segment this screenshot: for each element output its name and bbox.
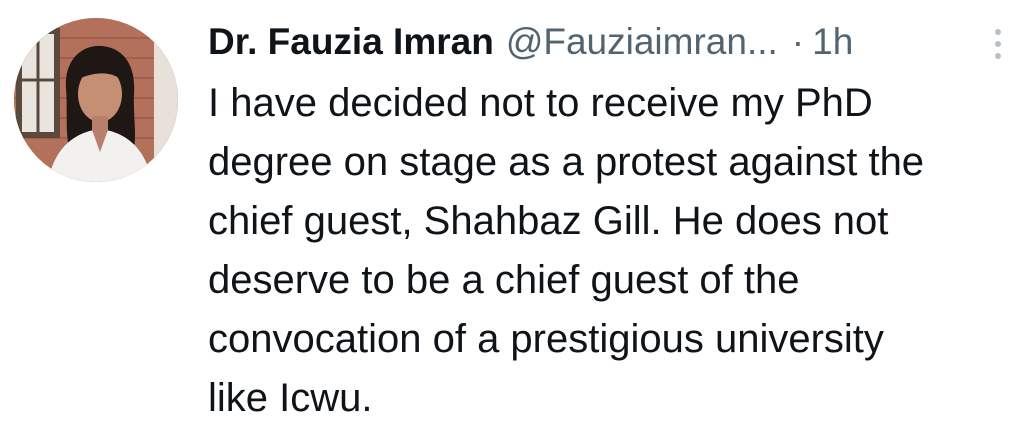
- author-display-name[interactable]: Dr. Fauzia Imran: [208, 18, 494, 66]
- tweet-text-line: like Icwu.: [208, 376, 373, 420]
- tweet-text-line: chief guest, Shahbaz Gill. He does not: [208, 199, 889, 243]
- more-dot-middle: [995, 41, 1001, 47]
- separator-dot: ·: [791, 21, 805, 62]
- profile-photo-icon: [14, 18, 178, 182]
- tweet-text-line: degree on stage as a protest against the: [208, 140, 925, 184]
- tweet-text: I have decided not to receive my PhD deg…: [208, 74, 1008, 428]
- tweet-text-line: I have decided not to receive my PhD: [208, 81, 873, 125]
- tweet[interactable]: Dr. Fauzia Imran @Fauziaimran... · 1h I …: [0, 0, 1021, 447]
- more-dot-top: [995, 29, 1001, 35]
- more-dot-bottom: [995, 53, 1001, 59]
- tweet-text-line: convocation of a prestigious university: [208, 317, 884, 361]
- timestamp[interactable]: 1h: [812, 18, 853, 66]
- avatar[interactable]: [14, 18, 178, 182]
- tweet-text-line: deserve to be a chief guest of the: [208, 258, 800, 302]
- tweet-header: Dr. Fauzia Imran @Fauziaimran... · 1h: [208, 18, 853, 66]
- more-vertical-icon[interactable]: [984, 22, 1012, 66]
- author-handle[interactable]: @Fauziaimran...: [506, 18, 778, 66]
